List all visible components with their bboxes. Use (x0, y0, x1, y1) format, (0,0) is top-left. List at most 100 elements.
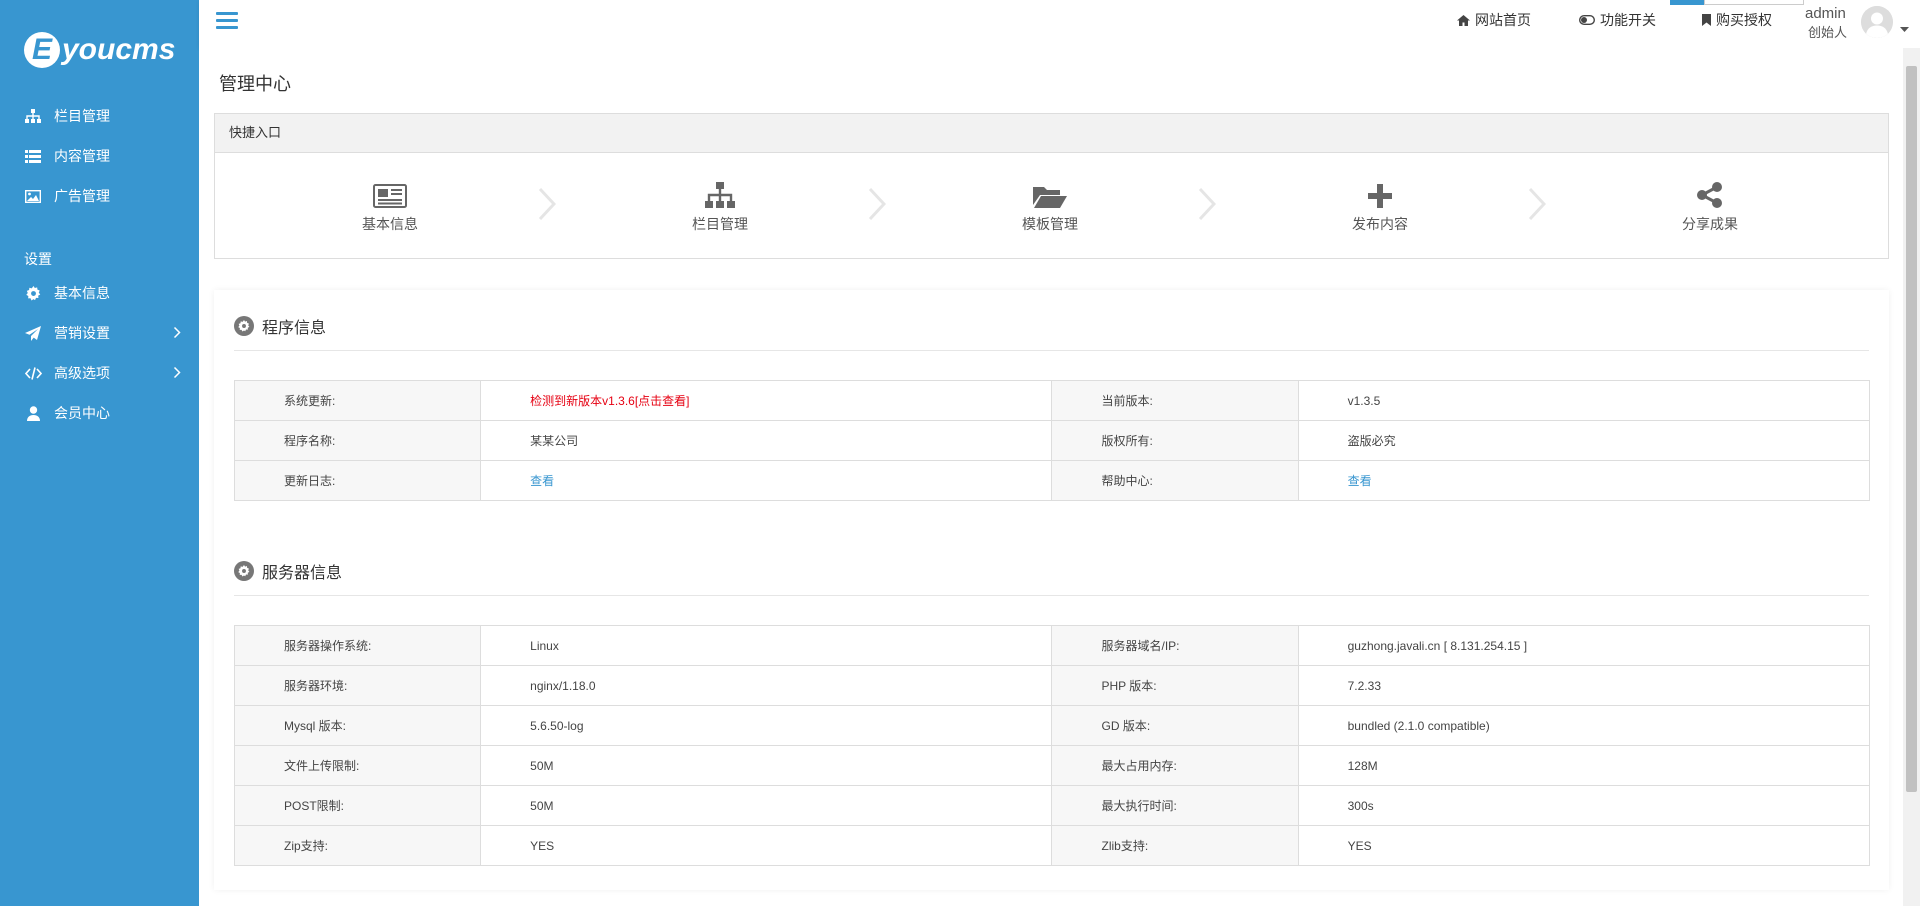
site-home-label: 网站首页 (1475, 12, 1531, 28)
table-cell-value: 盗版必究 (1297, 420, 1871, 461)
site-home-link[interactable]: 网站首页 (1457, 10, 1531, 30)
table-cell-key: 当前版本: (1051, 380, 1299, 421)
chevron-right-icon (1198, 187, 1217, 224)
table-row: POST限制: 50M 最大执行时间: 300s (233, 785, 1871, 826)
top-dropdown-edge (1704, 0, 1804, 5)
program-info-title: 程序信息 (262, 320, 327, 337)
toggle-icon (1579, 15, 1595, 25)
menu-toggle-button[interactable] (216, 12, 238, 32)
top-bar (199, 0, 1920, 48)
quick-item-templates[interactable]: 模板管理 (990, 178, 1110, 234)
sitemap-icon (660, 178, 780, 208)
help-center-link[interactable]: 查看 (1297, 460, 1871, 501)
scrollbar-thumb[interactable] (1906, 66, 1917, 792)
quick-item-label: 发布内容 (1352, 216, 1408, 232)
top-tab-indicator (1670, 0, 1704, 5)
quick-item-publish[interactable]: 发布内容 (1320, 178, 1440, 234)
feature-toggle-link[interactable]: 功能开关 (1579, 10, 1656, 30)
page-title: 管理中心 (219, 74, 291, 94)
quick-item-label: 模板管理 (1022, 216, 1078, 232)
quick-item-columns[interactable]: 栏目管理 (660, 178, 780, 234)
code-icon (24, 366, 42, 380)
table-row: 更新日志: 查看 帮助中心: 查看 (233, 460, 1871, 501)
table-row: 服务器操作系统: Linux 服务器域名/IP: guzhong.javali.… (233, 625, 1871, 666)
table-row: 系统更新: 检测到新版本v1.3.6[点击查看] 当前版本: v1.3.5 (233, 380, 1871, 421)
quick-item-basic-info[interactable]: 基本信息 (330, 178, 450, 234)
server-info-title: 服务器信息 (262, 565, 343, 582)
home-icon (1457, 14, 1470, 26)
table-cell-value: 7.2.33 (1297, 665, 1871, 706)
sidebar-item-label: 栏目管理 (54, 108, 110, 124)
user-avatar-icon (1861, 6, 1893, 38)
quick-item-label: 栏目管理 (692, 216, 748, 232)
sidebar-item-content[interactable]: 内容管理 (0, 136, 199, 176)
user-name[interactable]: admin (1805, 5, 1846, 22)
table-cell-key: PHP 版本: (1051, 665, 1299, 706)
sidebar-item-members[interactable]: 会员中心 (0, 393, 199, 433)
sidebar-section-settings: 设置 (24, 251, 52, 267)
table-cell-key: 最大执行时间: (1051, 785, 1299, 826)
table-row: Mysql 版本: 5.6.50-log GD 版本: bundled (2.1… (233, 705, 1871, 746)
sidebar-item-advanced[interactable]: 高级选项 (0, 353, 199, 393)
table-cell-key: 程序名称: (233, 420, 482, 461)
avatar[interactable] (1861, 6, 1893, 38)
list-icon (24, 149, 42, 163)
sidebar: E youcms 栏目管理 内容管理 广告管理 设置 基本信息 营销设置 高级选… (0, 0, 199, 906)
buy-license-label: 购买授权 (1716, 12, 1772, 28)
sidebar-item-label: 基本信息 (54, 285, 110, 301)
user-icon (24, 405, 42, 421)
sidebar-item-label: 会员中心 (54, 405, 110, 421)
info-panel: 程序信息 系统更新: 检测到新版本v1.3.6[点击查看] 当前版本: v1.3… (214, 290, 1889, 890)
quick-item-label: 基本信息 (362, 216, 418, 232)
share-icon (1650, 178, 1770, 208)
sitemap-icon (24, 109, 42, 123)
table-cell-key: 服务器操作系统: (233, 625, 482, 666)
image-icon (24, 189, 42, 203)
gear-icon (234, 561, 254, 581)
server-info-table: 服务器操作系统: Linux 服务器域名/IP: guzhong.javali.… (233, 625, 1871, 866)
server-info-heading: 服务器信息 (234, 559, 342, 583)
table-cell-value: YES (1297, 825, 1871, 866)
gear-icon (234, 316, 254, 336)
sidebar-item-ads[interactable]: 广告管理 (0, 176, 199, 216)
sidebar-item-label: 营销设置 (54, 325, 110, 341)
sidebar-item-marketing[interactable]: 营销设置 (0, 313, 199, 353)
section-divider (234, 350, 1869, 351)
table-row: 文件上传限制: 50M 最大占用内存: 128M (233, 745, 1871, 786)
buy-license-link[interactable]: 购买授权 (1702, 10, 1772, 30)
table-cell-value: nginx/1.18.0 (480, 665, 1053, 706)
update-notice-link[interactable]: 检测到新版本v1.3.6[点击查看] (480, 380, 1053, 421)
table-cell-value: 128M (1297, 745, 1871, 786)
sidebar-item-label: 高级选项 (54, 365, 110, 381)
table-cell-value: 5.6.50-log (480, 705, 1053, 746)
table-cell-value: Linux (480, 625, 1053, 666)
table-cell-key: 更新日志: (233, 460, 482, 501)
section-divider (234, 595, 1869, 596)
table-cell-key: Mysql 版本: (233, 705, 482, 746)
chevron-right-icon (1528, 187, 1547, 224)
quick-item-share[interactable]: 分享成果 (1650, 178, 1770, 234)
quick-item-label: 分享成果 (1682, 216, 1738, 232)
chevron-right-icon (868, 187, 887, 224)
caret-down-icon[interactable] (1900, 20, 1909, 35)
sidebar-item-label: 内容管理 (54, 148, 110, 164)
table-cell-key: 帮助中心: (1051, 460, 1299, 501)
table-cell-value: YES (480, 825, 1053, 866)
sidebar-item-columns[interactable]: 栏目管理 (0, 96, 199, 136)
sidebar-item-basic-info[interactable]: 基本信息 (0, 273, 199, 313)
chevron-right-icon (173, 326, 181, 342)
bookmark-icon (1702, 14, 1711, 26)
table-cell-key: 最大占用内存: (1051, 745, 1299, 786)
table-cell-key: 服务器环境: (233, 665, 482, 706)
quick-entry-panel: 快捷入口 基本信息 栏目管理 模板管理 发布内容 分享成果 (214, 113, 1889, 259)
newspaper-icon (330, 178, 450, 208)
chevron-right-icon (173, 366, 181, 382)
logo-mark: E (24, 32, 60, 68)
table-cell-value: 50M (480, 785, 1053, 826)
changelog-link[interactable]: 查看 (480, 460, 1053, 501)
table-row: 程序名称: 某某公司 版权所有: 盗版必究 (233, 420, 1871, 461)
brand-logo[interactable]: E youcms (24, 28, 175, 72)
feature-toggle-label: 功能开关 (1600, 12, 1656, 28)
table-cell-value: 某某公司 (480, 420, 1053, 461)
user-role: 创始人 (1808, 25, 1848, 40)
